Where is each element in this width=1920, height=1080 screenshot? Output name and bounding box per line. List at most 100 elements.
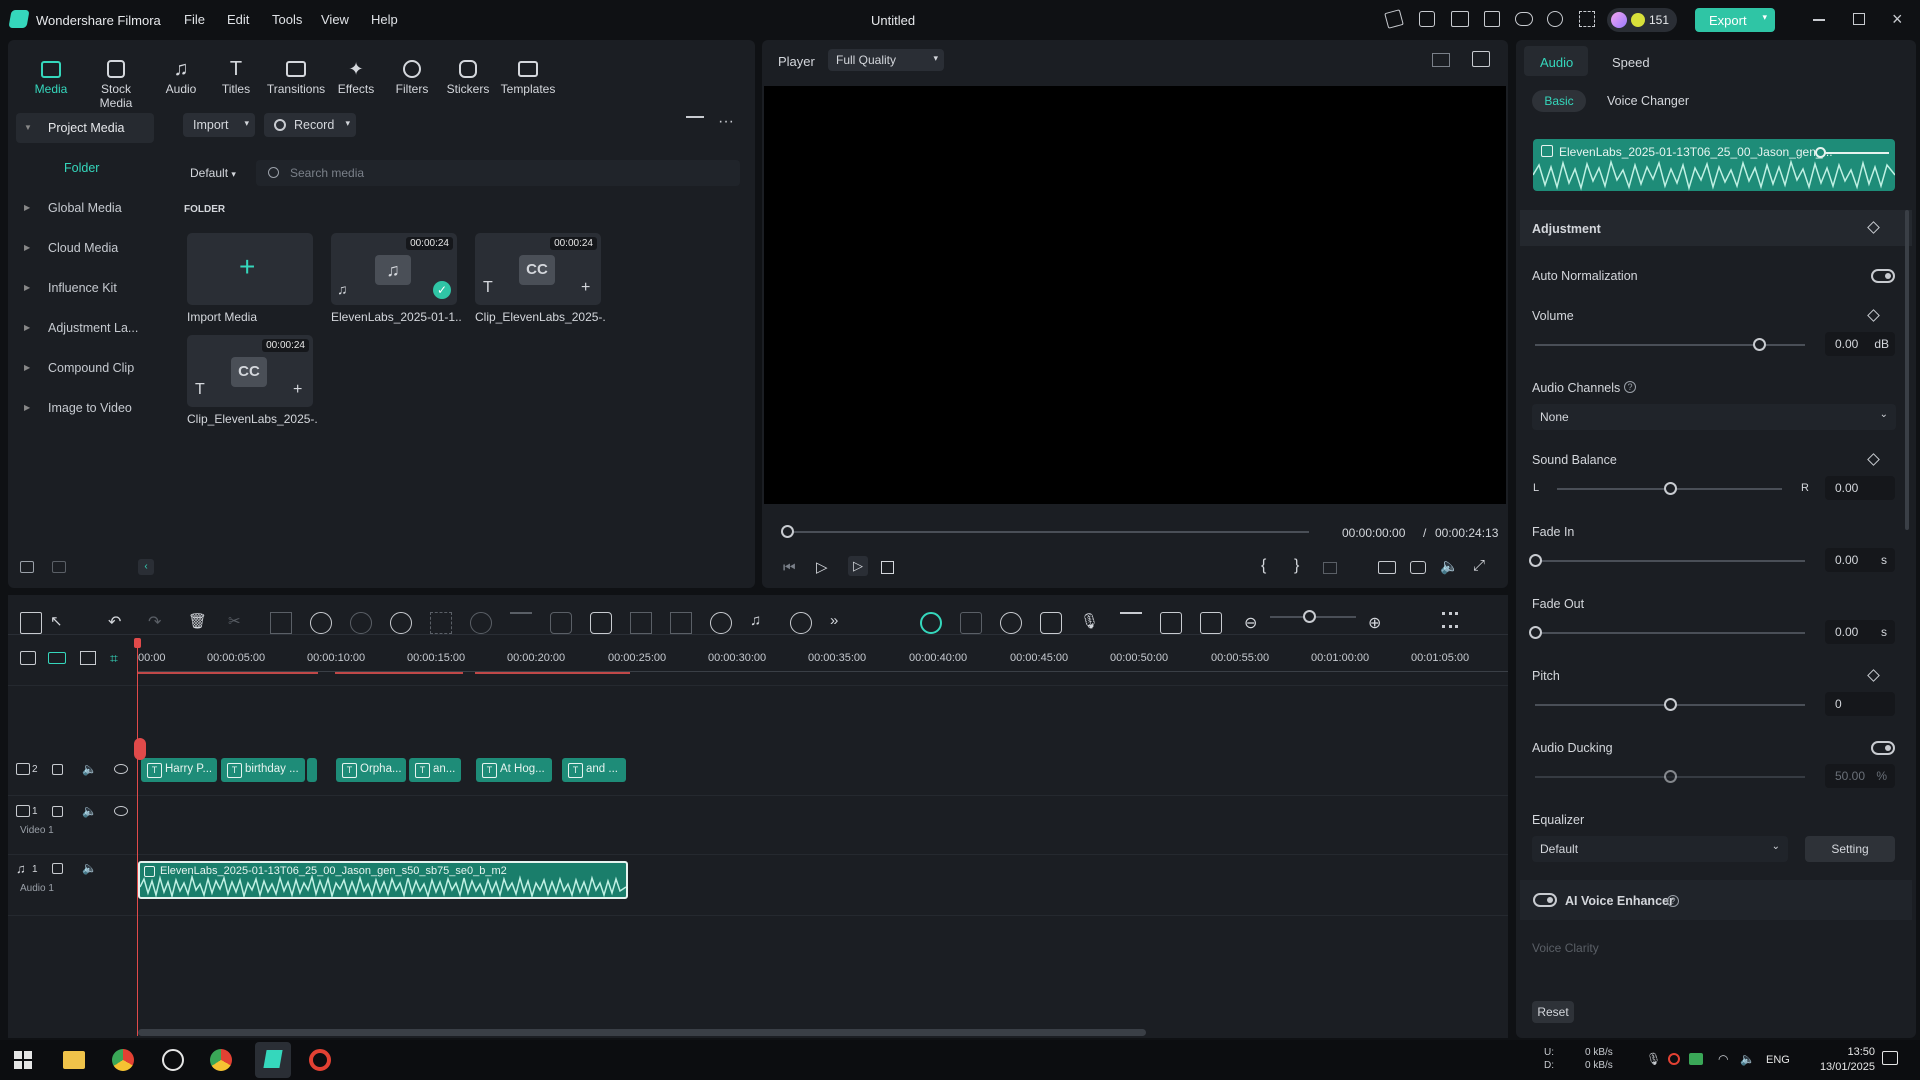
adjust-icon[interactable]	[510, 612, 532, 634]
subtab-basic[interactable]: Basic	[1532, 90, 1586, 112]
tool-audio[interactable]: ♫ Audio	[151, 56, 211, 97]
speaker-icon[interactable]: 🔈	[82, 861, 97, 875]
app-icon[interactable]	[162, 1049, 184, 1071]
text-clip[interactable]: and ...	[562, 758, 626, 782]
import-button[interactable]: Import ▾	[183, 113, 255, 137]
keyframe-icon[interactable]	[430, 612, 452, 634]
volume-handle[interactable]	[1753, 338, 1767, 351]
more-icon[interactable]: ···	[718, 113, 734, 131]
close-icon[interactable]: ×	[1892, 9, 1903, 30]
ducking-handle[interactable]	[1664, 770, 1677, 783]
ducking-input[interactable]: 50.00%	[1825, 764, 1895, 788]
timer-icon[interactable]	[390, 612, 412, 634]
mask-icon[interactable]	[470, 612, 492, 634]
clip-volume-handle[interactable]	[1815, 147, 1826, 158]
menu-edit[interactable]: Edit	[227, 12, 249, 27]
record-button[interactable]: Record ▾	[264, 113, 356, 137]
text-clip[interactable]: birthday ...	[221, 758, 305, 782]
marker-icon[interactable]	[1323, 562, 1337, 574]
search-input[interactable]: Search media	[256, 160, 740, 186]
sidebar-item-cloud-media[interactable]: ▶ Cloud Media	[16, 233, 154, 263]
previous-frame-icon[interactable]: ⏮	[783, 559, 796, 576]
equalizer-setting-button[interactable]: Setting	[1805, 836, 1895, 862]
eye-icon[interactable]	[114, 764, 128, 774]
import-media-card[interactable]: +	[187, 233, 313, 305]
playhead[interactable]	[137, 640, 138, 1036]
save-icon[interactable]	[1484, 11, 1500, 27]
tool-stock-media[interactable]: Stock Media	[86, 56, 146, 110]
microphone-tray-icon[interactable]: 🎙	[1646, 1052, 1661, 1066]
cloud-icon[interactable]	[1515, 12, 1533, 26]
help-icon[interactable]: ?	[1667, 895, 1679, 907]
auto-ripple-icon[interactable]	[920, 612, 942, 634]
sidebar-item-project-media[interactable]: ▼ Project Media	[16, 113, 154, 143]
menu-view[interactable]: View	[321, 12, 349, 27]
volume-input[interactable]: 0.00 dB	[1825, 332, 1895, 356]
sidebar-item-adjustment-layer[interactable]: ▶ Adjustment La...	[16, 313, 154, 343]
play-icon[interactable]: ▷	[848, 556, 868, 576]
play-frame-icon[interactable]: ▷	[816, 558, 828, 576]
pitch-input[interactable]: 0	[1825, 692, 1895, 716]
layout-grid-icon[interactable]	[20, 612, 42, 634]
feedback-icon[interactable]	[1419, 11, 1435, 27]
add-icon[interactable]: +	[581, 279, 590, 297]
eye-icon[interactable]	[114, 806, 128, 816]
sidebar-item-compound-clip[interactable]: ▶ Compound Clip	[16, 353, 154, 383]
fade-out-handle[interactable]	[1529, 626, 1542, 639]
balance-handle[interactable]	[1663, 482, 1677, 495]
export-button[interactable]: Export ▾	[1695, 8, 1775, 32]
zoom-in-icon[interactable]: ⊕	[1368, 613, 1381, 633]
tool-media[interactable]: Media	[21, 56, 81, 96]
track-manager-icon[interactable]	[80, 651, 96, 665]
chrome-profile-icon[interactable]	[210, 1049, 232, 1071]
credits-badge[interactable]: 151	[1607, 8, 1677, 32]
volume-tray-icon[interactable]: 🔈	[1740, 1052, 1755, 1066]
fullscreen-icon[interactable]: ⤢	[1473, 557, 1485, 574]
equalizer-dropdown[interactable]: Default ⌄	[1532, 836, 1788, 862]
text-clip[interactable]: an...	[409, 758, 461, 782]
collapse-sidebar-icon[interactable]: ‹	[138, 559, 154, 575]
wifi-icon[interactable]: ◠	[1718, 1052, 1728, 1066]
mark-in-icon[interactable]: {	[1261, 557, 1266, 575]
menu-file[interactable]: File	[184, 12, 205, 27]
filter-icon[interactable]	[686, 116, 704, 132]
snapshot-view-icon[interactable]	[1472, 51, 1490, 67]
group-icon[interactable]	[670, 612, 692, 634]
notification-icon[interactable]	[1882, 1051, 1898, 1065]
audio-clip[interactable]: ElevenLabs_2025-01-13T06_25_00_Jason_gen…	[138, 861, 628, 899]
ai-tool-icon[interactable]	[590, 612, 612, 634]
clock-date[interactable]: 13/01/2025	[1795, 1061, 1875, 1073]
layout-icon[interactable]	[1451, 11, 1469, 27]
fade-in-handle[interactable]	[1529, 554, 1542, 567]
lock-icon[interactable]	[52, 764, 63, 775]
folder-icon[interactable]	[52, 561, 66, 573]
display-icon[interactable]	[1378, 561, 1396, 574]
audio-stretch-icon[interactable]	[790, 612, 812, 634]
scrubber-handle[interactable]	[781, 525, 794, 538]
render-icon[interactable]	[1000, 612, 1022, 634]
mark-out-icon[interactable]: }	[1294, 557, 1299, 575]
stabilize-icon[interactable]	[630, 612, 652, 634]
media-item-caption-clip[interactable]: 00:00:24 CC T +	[475, 233, 601, 305]
tool-effects[interactable]: ✦ Effects	[326, 56, 386, 97]
microphone-icon[interactable]: 🎙	[1080, 612, 1102, 634]
volume-icon[interactable]: 🔈	[1440, 557, 1459, 575]
snap-icon[interactable]	[960, 612, 982, 634]
magnet-icon[interactable]: ⌗	[110, 650, 118, 667]
text-clip[interactable]: At Hog...	[476, 758, 552, 782]
pitch-handle[interactable]	[1664, 698, 1677, 711]
more-tools-icon[interactable]: »	[830, 612, 852, 634]
fade-in-input[interactable]: 0.00 s	[1825, 548, 1895, 572]
crop-icon[interactable]	[270, 612, 292, 634]
playhead-handle[interactable]	[134, 638, 141, 648]
delete-icon[interactable]: 🗑	[188, 612, 210, 634]
clock-time[interactable]: 13:50	[1815, 1046, 1875, 1058]
speaker-icon[interactable]: 🔈	[82, 762, 97, 776]
minimize-icon[interactable]	[1813, 19, 1825, 21]
file-explorer-icon[interactable]	[63, 1051, 85, 1069]
tab-speed[interactable]: Speed	[1612, 55, 1650, 70]
grid-view-icon[interactable]	[1432, 53, 1450, 67]
tool-titles[interactable]: T Titles	[206, 56, 266, 97]
track-layout-icon[interactable]	[1442, 612, 1458, 628]
help-icon[interactable]: ?	[1624, 381, 1636, 393]
